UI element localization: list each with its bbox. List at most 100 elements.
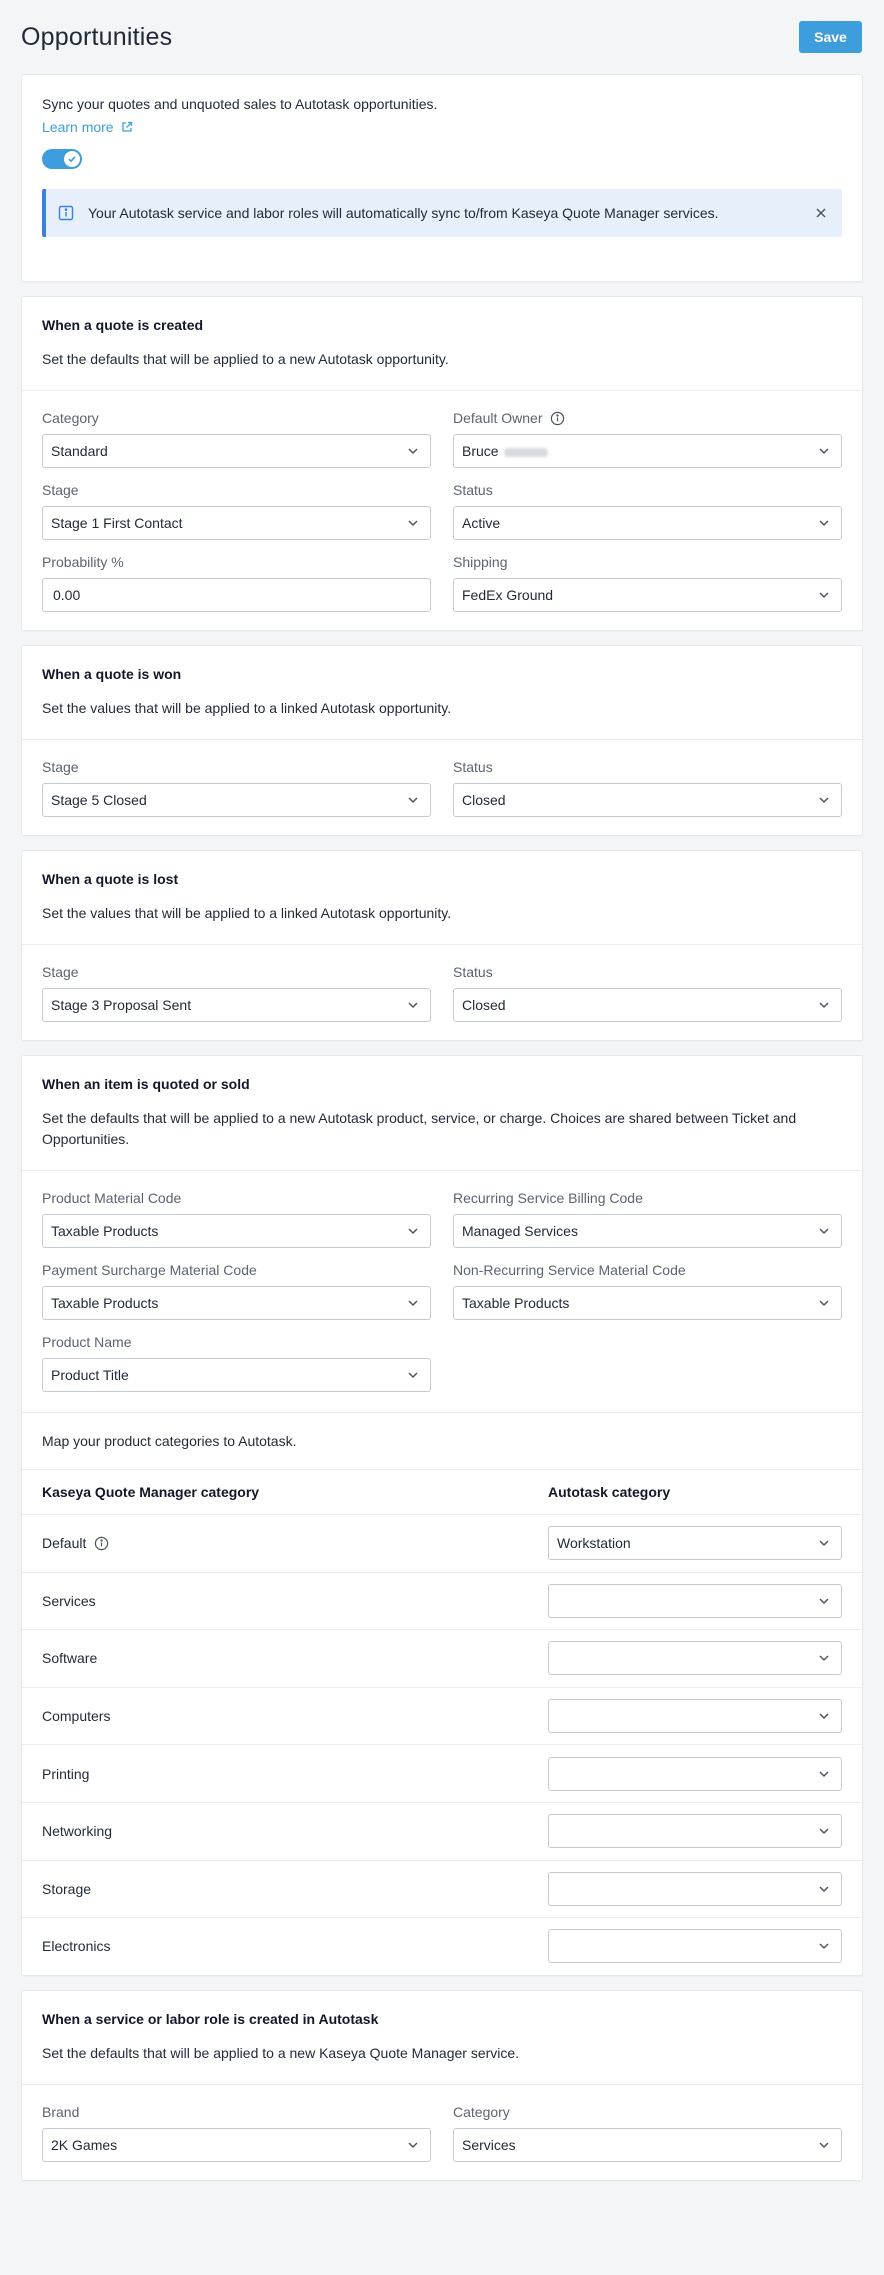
status-label: Status	[453, 964, 493, 980]
row-label: Electronics	[42, 1938, 111, 1955]
status-value: Active	[462, 515, 501, 531]
map-row-electronics: Electronics	[22, 1917, 862, 1975]
shipping-label: Shipping	[453, 554, 508, 570]
autotask-category-select[interactable]	[548, 1641, 842, 1676]
surcharge-label: Payment Surcharge Material Code	[42, 1262, 257, 1278]
chevron-down-icon	[819, 1002, 829, 1009]
status-value: Closed	[462, 997, 506, 1013]
brand-label: Brand	[42, 2103, 80, 2120]
recurring-billing-label: Recurring Service Billing Code	[453, 1190, 643, 1206]
lost-stage-select[interactable]: Stage 3 Proposal Sent	[42, 988, 431, 1022]
autotask-category-select[interactable]: Workstation	[548, 1526, 842, 1561]
map-row-storage: Storage	[22, 1859, 862, 1918]
quote-lost-card: When a quote is lost Set the values that…	[21, 850, 863, 1041]
product-material-label: Product Material Code	[42, 1190, 182, 1206]
nonrecurring-label: Non-Recurring Service Material Code	[453, 1262, 686, 1278]
quote-created-card: When a quote is created Set the defaults…	[21, 296, 863, 631]
recurring-billing-value: Managed Services	[462, 1223, 578, 1239]
row-label: Printing	[42, 1765, 90, 1782]
autotask-category-select[interactable]	[548, 1699, 842, 1734]
service-created-card: When a service or labor role is created …	[21, 1989, 863, 2181]
map-row-default: Default Workstation	[22, 1514, 862, 1572]
autotask-category-select[interactable]	[548, 1871, 842, 1906]
map-row-printing: Printing	[22, 1744, 862, 1802]
section-title: When a service or labor role is created …	[42, 2010, 379, 2027]
product-name-select[interactable]: Product Title	[42, 1358, 431, 1392]
shipping-value: FedEx Ground	[462, 587, 554, 603]
status-value: Closed	[462, 792, 506, 808]
info-banner: Your Autotask service and labor roles wi…	[42, 189, 842, 237]
banner-text: Your Autotask service and labor roles wi…	[88, 205, 719, 221]
map-row-networking: Networking	[22, 1801, 862, 1860]
recurring-billing-select[interactable]: Managed Services	[453, 1214, 842, 1248]
toggle-knob	[64, 151, 80, 167]
surcharge-select[interactable]: Taxable Products	[42, 1286, 431, 1320]
autotask-category-select[interactable]	[548, 1756, 842, 1791]
chevron-down-icon	[408, 1002, 418, 1009]
chevron-down-icon	[408, 520, 418, 527]
shipping-select[interactable]: FedEx Ground	[453, 578, 842, 612]
section-title: When a quote is created	[42, 317, 204, 333]
lost-status-select[interactable]: Closed	[453, 988, 842, 1022]
autotask-category-select[interactable]	[548, 1583, 842, 1618]
product-name-label: Product Name	[42, 1334, 132, 1350]
row-label: Services	[42, 1592, 96, 1609]
category-value: Services	[462, 2136, 516, 2153]
close-icon[interactable]	[814, 206, 828, 220]
learn-more-link[interactable]: Learn more	[42, 119, 133, 135]
nonrecurring-value: Taxable Products	[462, 1295, 570, 1311]
chevron-down-icon	[408, 448, 418, 455]
chevron-down-icon	[819, 1828, 829, 1835]
chevron-down-icon	[819, 1598, 829, 1604]
service-category-select[interactable]: Services	[453, 2127, 842, 2162]
chevron-down-icon	[819, 2142, 829, 2148]
row-label: Networking	[42, 1823, 113, 1840]
check-icon	[68, 156, 76, 163]
chevron-down-icon	[819, 797, 829, 804]
brand-select[interactable]: 2K Games	[42, 2127, 431, 2162]
save-button[interactable]: Save	[799, 21, 862, 53]
info-icon[interactable]	[94, 1536, 109, 1551]
autotask-category-select[interactable]	[548, 1929, 842, 1964]
section-title: When a quote is lost	[42, 871, 179, 887]
chevron-down-icon	[819, 1228, 829, 1235]
chevron-down-icon	[819, 1655, 829, 1662]
default-owner-label-text: Default Owner	[453, 410, 543, 426]
category-select[interactable]: Standard	[42, 434, 431, 468]
sync-toggle[interactable]	[42, 149, 82, 169]
autotask-category-select[interactable]	[548, 1814, 842, 1849]
chevron-down-icon	[408, 1300, 418, 1307]
info-icon[interactable]	[550, 411, 565, 426]
page-title: Opportunities	[21, 23, 173, 51]
chevron-down-icon	[819, 520, 829, 527]
stage-label: Stage	[42, 964, 79, 980]
sync-card: Sync your quotes and unquoted sales to A…	[21, 74, 863, 282]
product-name-value: Product Title	[51, 1367, 129, 1383]
section-title: When an item is quoted or sold	[42, 1076, 250, 1092]
section-subtitle: Set the values that will be applied to a…	[42, 905, 452, 921]
stage-label: Stage	[42, 759, 79, 775]
nonrecurring-select[interactable]: Taxable Products	[453, 1286, 842, 1320]
chevron-down-icon	[819, 592, 829, 599]
col-autotask-category: Autotask category	[548, 1484, 671, 1500]
default-owner-select[interactable]: Bruce	[453, 434, 842, 468]
won-status-select[interactable]: Closed	[453, 783, 842, 817]
won-stage-select[interactable]: Stage 5 Closed	[42, 783, 431, 817]
chevron-down-icon	[819, 1540, 829, 1547]
probability-input[interactable]	[42, 578, 431, 612]
product-material-select[interactable]: Taxable Products	[42, 1214, 431, 1248]
status-select[interactable]: Active	[453, 506, 842, 540]
item-quoted-card: When an item is quoted or sold Set the d…	[21, 1055, 863, 1976]
section-subtitle: Set the values that will be applied to a…	[42, 700, 452, 716]
row-label: Computers	[42, 1708, 111, 1725]
external-link-icon	[121, 121, 132, 132]
stage-value: Stage 1 First Contact	[51, 515, 183, 531]
brand-value: 2K Games	[51, 2136, 118, 2153]
stage-select[interactable]: Stage 1 First Contact	[42, 506, 431, 540]
default-owner-value: Bruce	[462, 443, 548, 459]
chevron-down-icon	[819, 1771, 829, 1777]
map-row-computers: Computers	[22, 1686, 862, 1745]
section-subtitle: Set the defaults that will be applied to…	[42, 351, 449, 367]
chevron-down-icon	[408, 1228, 418, 1235]
chevron-down-icon	[408, 2142, 418, 2148]
